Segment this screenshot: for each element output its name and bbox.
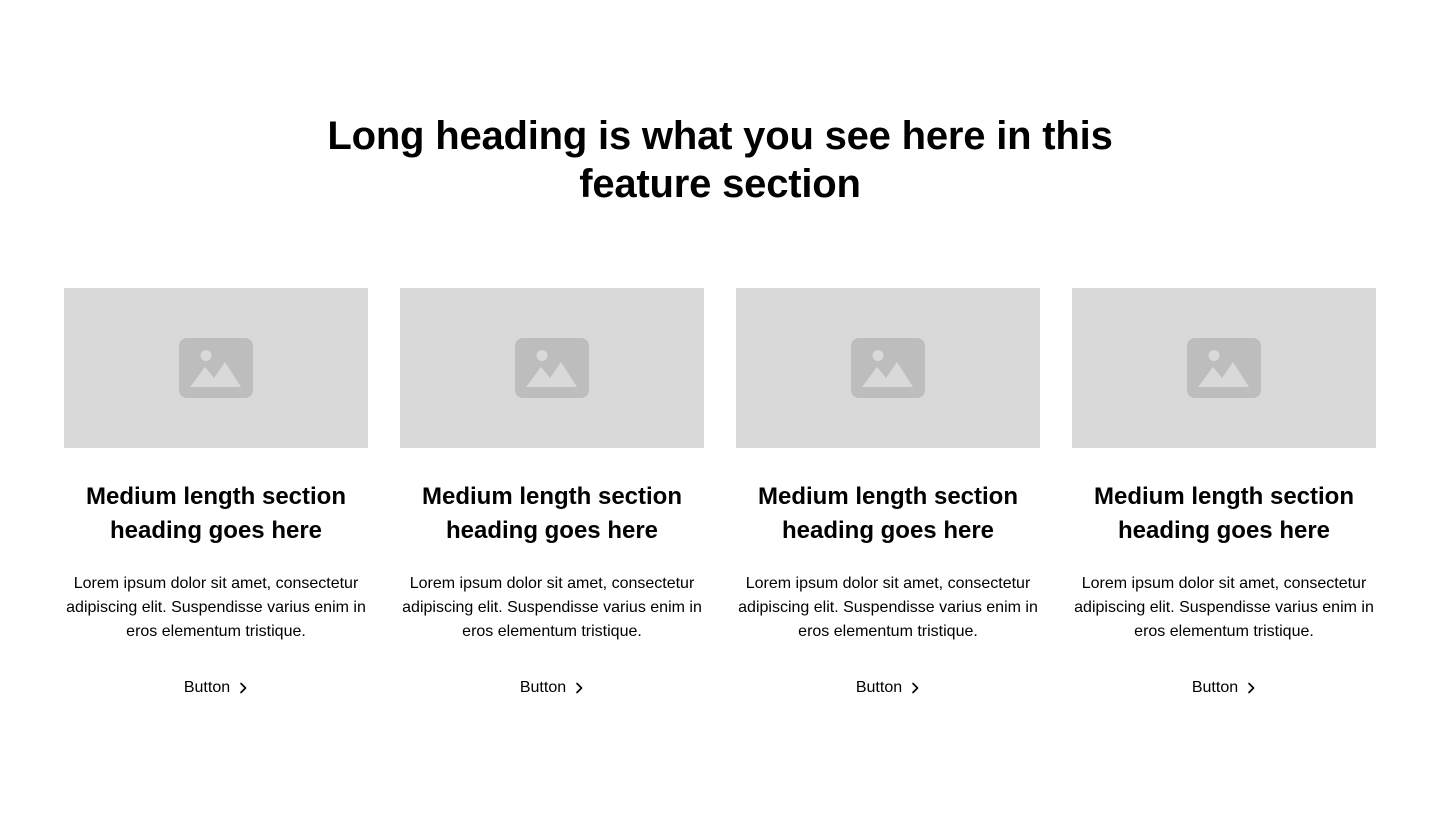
feature-cards: Medium length section heading goes here … <box>64 288 1376 700</box>
card-button[interactable]: Button <box>856 676 920 700</box>
card-image-placeholder <box>1072 288 1376 448</box>
feature-card: Medium length section heading goes here … <box>400 288 704 700</box>
card-heading: Medium length section heading goes here <box>1093 483 1354 544</box>
image-placeholder-icon <box>179 338 253 398</box>
image-placeholder-icon <box>1187 338 1261 398</box>
card-heading: Medium length section heading goes here <box>757 483 1018 544</box>
chevron-right-icon <box>910 682 920 694</box>
card-description: Lorem ipsum dolor sit amet, consectetur … <box>66 575 366 640</box>
card-description: Lorem ipsum dolor sit amet, consectetur … <box>738 575 1038 640</box>
feature-section: Long heading is what you see here in thi… <box>0 0 1440 820</box>
chevron-right-icon <box>574 682 584 694</box>
chevron-right-icon <box>1246 682 1256 694</box>
feature-card: Medium length section heading goes here … <box>1072 288 1376 700</box>
card-description: Lorem ipsum dolor sit amet, consectetur … <box>402 575 702 640</box>
image-placeholder-icon <box>851 338 925 398</box>
card-button[interactable]: Button <box>520 676 584 700</box>
section-heading: Long heading is what you see here in thi… <box>327 114 1113 206</box>
card-button-label: Button <box>183 679 231 696</box>
card-button[interactable]: Button <box>1192 676 1256 700</box>
card-heading: Medium length section heading goes here <box>421 483 682 544</box>
card-button-label: Button <box>855 679 903 696</box>
card-button[interactable]: Button <box>184 676 248 700</box>
card-heading: Medium length section heading goes here <box>85 483 346 544</box>
card-button-label: Button <box>519 679 567 696</box>
card-button-label: Button <box>1191 679 1239 696</box>
chevron-right-icon <box>238 682 248 694</box>
card-image-placeholder <box>736 288 1040 448</box>
image-placeholder-icon <box>515 338 589 398</box>
feature-card: Medium length section heading goes here … <box>736 288 1040 700</box>
feature-card: Medium length section heading goes here … <box>64 288 368 700</box>
card-image-placeholder <box>64 288 368 448</box>
card-image-placeholder <box>400 288 704 448</box>
card-description: Lorem ipsum dolor sit amet, consectetur … <box>1074 575 1374 640</box>
